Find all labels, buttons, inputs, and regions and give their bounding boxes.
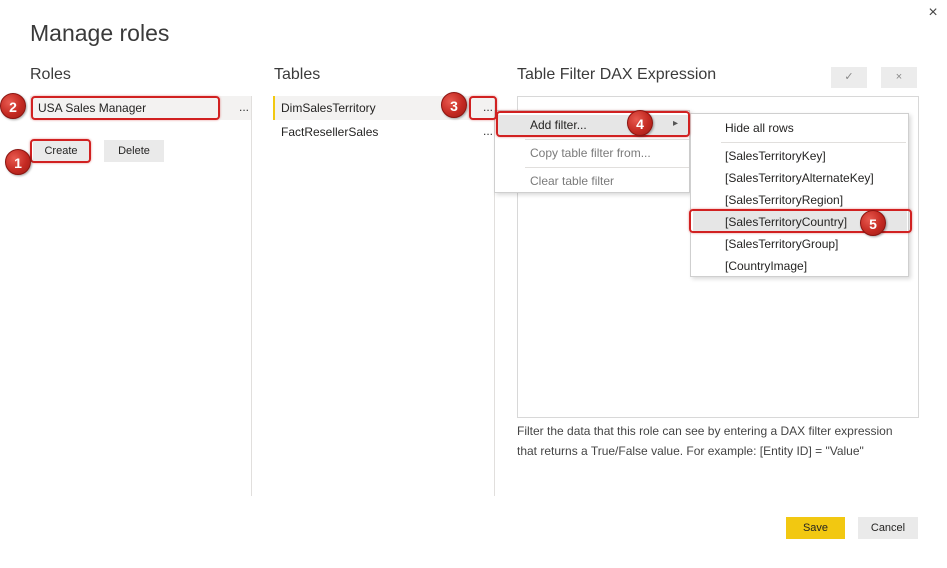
submenu-item-salesterritoryalternatekey[interactable]: [SalesTerritoryAlternateKey] xyxy=(725,171,874,185)
menu-separator xyxy=(525,139,689,140)
step-badge-5: 5 xyxy=(860,210,886,236)
tables-heading: Tables xyxy=(274,66,321,83)
cancel-button[interactable]: Cancel xyxy=(858,517,918,539)
table-label-factresellersales[interactable]: FactResellerSales xyxy=(281,125,378,139)
step-badge-2: 2 xyxy=(0,93,26,119)
step-badge-4: 4 xyxy=(627,110,653,136)
submenu-item-salesterritorykey[interactable]: [SalesTerritoryKey] xyxy=(725,149,826,163)
menu-separator xyxy=(525,167,689,168)
submenu-item-countryimage[interactable]: [CountryImage] xyxy=(725,259,807,273)
step-badge-1: 1 xyxy=(5,149,31,175)
table-label-dimsalesterritory: DimSalesTerritory xyxy=(281,101,376,115)
step-badge-3: 3 xyxy=(441,92,467,118)
submenu-item-hide-all-rows[interactable]: Hide all rows xyxy=(725,121,794,135)
roles-heading: Roles xyxy=(30,66,71,83)
annotation-highlight-create xyxy=(30,139,91,163)
close-icon[interactable]: × xyxy=(924,4,942,22)
submenu-item-salesterritorygroup[interactable]: [SalesTerritoryGroup] xyxy=(725,237,838,251)
menu-item-copy-table-filter[interactable]: Copy table filter from... xyxy=(530,146,651,160)
dialog-title: Manage roles xyxy=(30,20,170,46)
annotation-highlight-more xyxy=(469,96,497,120)
roles-divider xyxy=(251,96,252,496)
submenu: Hide all rows [SalesTerritoryKey] [Sales… xyxy=(690,113,909,277)
annotation-highlight-role xyxy=(31,96,220,120)
role-more-button[interactable]: ... xyxy=(239,100,249,114)
apply-filter-icon[interactable]: ✓ xyxy=(831,67,867,88)
menu-separator xyxy=(721,142,906,143)
filter-hint: Filter the data that this role can see b… xyxy=(517,424,893,458)
save-button[interactable]: Save xyxy=(786,517,845,539)
discard-filter-icon[interactable]: × xyxy=(881,67,917,88)
menu-item-clear-table-filter[interactable]: Clear table filter xyxy=(530,174,614,188)
filter-heading: Table Filter DAX Expression xyxy=(517,66,717,83)
annotation-highlight-add-filter xyxy=(496,111,690,137)
submenu-item-salesterritoryregion[interactable]: [SalesTerritoryRegion] xyxy=(725,193,843,207)
delete-button[interactable]: Delete xyxy=(104,140,164,162)
